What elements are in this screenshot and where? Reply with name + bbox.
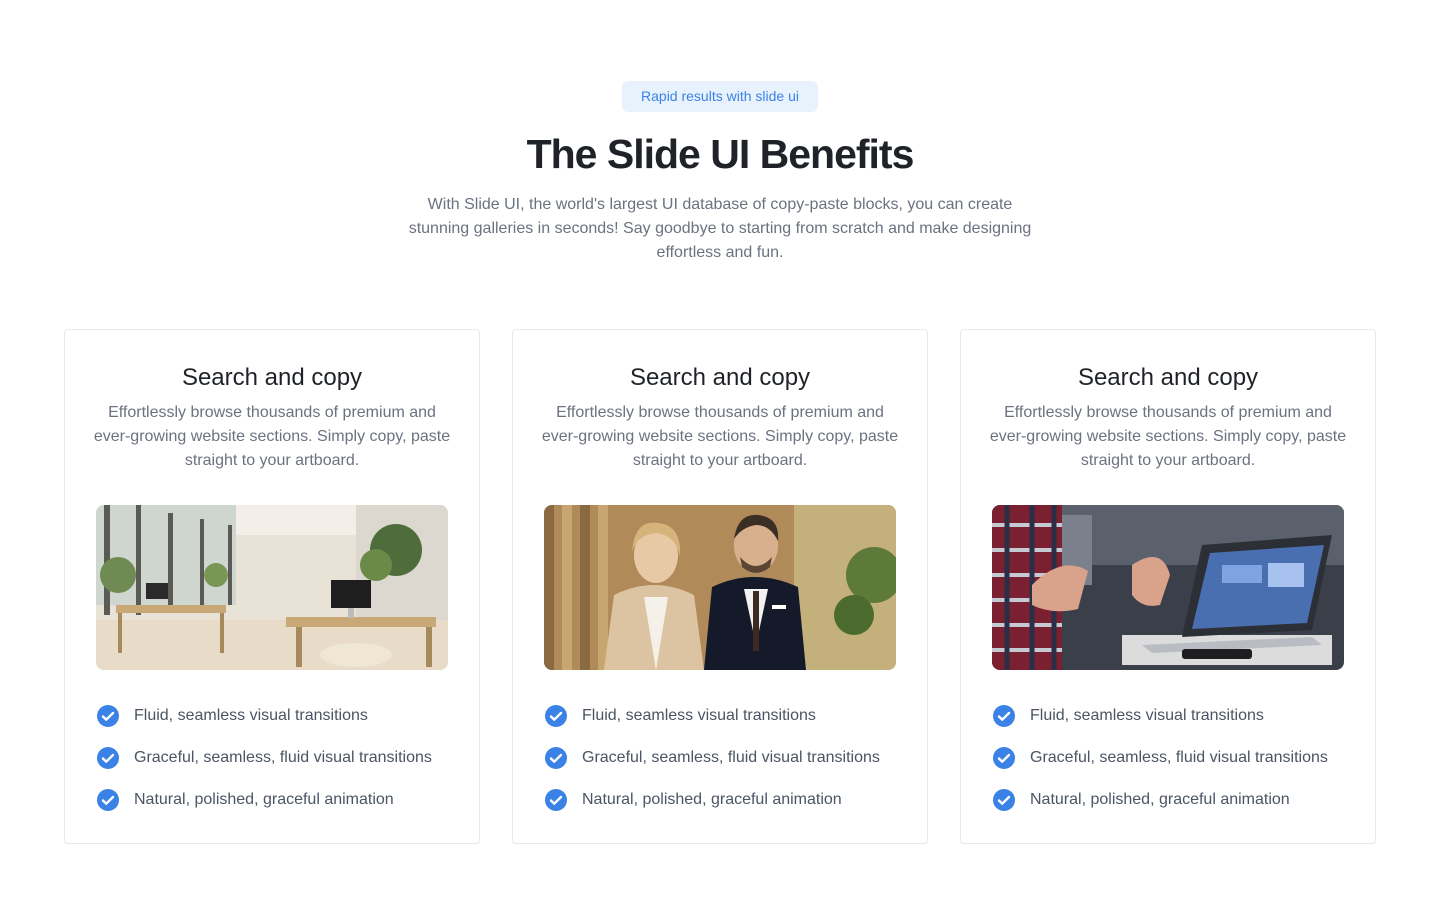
check-circle-icon (96, 704, 120, 728)
benefit-card: Search and copy Effortlessly browse thou… (512, 329, 928, 844)
check-circle-icon (992, 746, 1016, 770)
benefit-card: Search and copy Effortlessly browse thou… (64, 329, 480, 844)
check-circle-icon (992, 788, 1016, 812)
card-title: Search and copy (181, 364, 363, 391)
feature-label: Graceful, seamless, fluid visual transit… (582, 749, 880, 766)
card-title: Search and copy (1077, 364, 1259, 391)
benefit-card: Search and copy Effortlessly browse thou… (960, 329, 1376, 844)
check-circle-icon (544, 704, 568, 728)
check-circle-icon (96, 746, 120, 770)
page-title: The Slide UI Benefits (526, 131, 915, 177)
feature-item: Natural, polished, graceful animation (992, 787, 1362, 813)
check-circle-icon (544, 746, 568, 770)
feature-list: Fluid, seamless visual transitions Grace… (96, 703, 466, 829)
feature-item: Natural, polished, graceful animation (544, 787, 914, 813)
feature-label: Natural, polished, graceful animation (1030, 791, 1290, 808)
feature-label: Natural, polished, graceful animation (134, 791, 394, 808)
section-badge: Rapid results with slide ui (622, 81, 818, 112)
feature-label: Fluid, seamless visual transitions (582, 707, 816, 724)
feature-list: Fluid, seamless visual transitions Grace… (992, 703, 1362, 829)
card-description: Effortlessly browse thousands of premium… (989, 404, 1347, 469)
laptop-meeting-image (992, 505, 1344, 670)
check-circle-icon (96, 788, 120, 812)
card-description: Effortlessly browse thousands of premium… (93, 404, 451, 469)
feature-item: Fluid, seamless visual transitions (544, 703, 914, 729)
page-subtitle: With Slide UI, the world's largest UI da… (408, 196, 1032, 261)
card-description: Effortlessly browse thousands of premium… (541, 404, 899, 469)
business-people-image (544, 505, 896, 670)
feature-label: Graceful, seamless, fluid visual transit… (134, 749, 432, 766)
benefits-section: Rapid results with slide ui The Slide UI… (0, 0, 1440, 924)
office-interior-image (96, 505, 448, 670)
feature-label: Fluid, seamless visual transitions (134, 707, 368, 724)
feature-item: Fluid, seamless visual transitions (992, 703, 1362, 729)
feature-item: Graceful, seamless, fluid visual transit… (96, 745, 466, 771)
feature-label: Fluid, seamless visual transitions (1030, 707, 1264, 724)
feature-item: Graceful, seamless, fluid visual transit… (992, 745, 1362, 771)
check-circle-icon (544, 788, 568, 812)
feature-item: Graceful, seamless, fluid visual transit… (544, 745, 914, 771)
feature-item: Natural, polished, graceful animation (96, 787, 466, 813)
feature-list: Fluid, seamless visual transitions Grace… (544, 703, 914, 829)
feature-label: Graceful, seamless, fluid visual transit… (1030, 749, 1328, 766)
card-title: Search and copy (629, 364, 811, 391)
feature-label: Natural, polished, graceful animation (582, 791, 842, 808)
check-circle-icon (992, 704, 1016, 728)
feature-item: Fluid, seamless visual transitions (96, 703, 466, 729)
